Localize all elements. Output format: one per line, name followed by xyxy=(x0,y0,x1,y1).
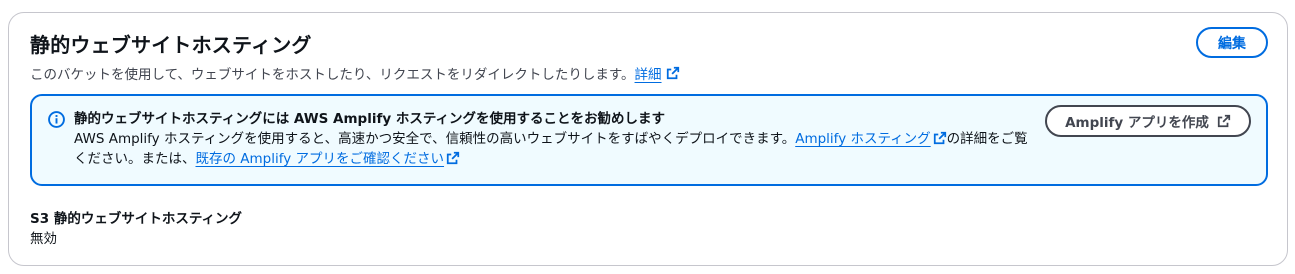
alert-body-text-1: AWS Amplify ホスティングを使用すると、高速かつ安全で、信頼性の高いウ… xyxy=(74,131,796,147)
panel-description: このバケットを使用して、ウェブサイトをホストしたり、リクエストをリダイレクトした… xyxy=(30,63,680,83)
details-link-label: 詳細 xyxy=(634,67,662,83)
info-icon xyxy=(48,111,65,128)
description-text: このバケットを使用して、ウェブサイトをホストしたり、リクエストをリダイレクトした… xyxy=(30,67,635,83)
amplify-hosting-link[interactable]: Amplify ホスティング xyxy=(795,131,930,147)
static-website-hosting-panel: 静的ウェブサイトホスティング 編集 このバケットを使用して、ウェブサイトをホスト… xyxy=(8,12,1288,266)
create-amplify-app-label: Amplify アプリを作成 xyxy=(1065,115,1209,131)
existing-amplify-apps-link[interactable]: 既存の Amplify アプリをご確認ください xyxy=(196,151,445,167)
hosting-status-value: 無効 xyxy=(30,231,57,247)
external-link-icon[interactable] xyxy=(666,66,680,80)
external-link-icon xyxy=(1217,114,1231,128)
hosting-status-label: S3 静的ウェブサイトホスティング xyxy=(30,211,243,227)
amplify-info-alert: 静的ウェブサイトホスティングには AWS Amplify ホスティングを使用する… xyxy=(30,94,1268,186)
details-link[interactable]: 詳細 xyxy=(635,63,662,83)
external-link-icon[interactable] xyxy=(933,131,947,145)
external-link-icon[interactable] xyxy=(446,151,460,165)
create-amplify-app-button[interactable]: Amplify アプリを作成 xyxy=(1045,105,1251,137)
alert-content: 静的ウェブサイトホスティングには AWS Amplify ホスティングを使用する… xyxy=(74,109,1034,169)
panel-title: 静的ウェブサイトホスティング xyxy=(30,33,312,57)
edit-button[interactable]: 編集 xyxy=(1196,27,1268,58)
alert-title: 静的ウェブサイトホスティングには AWS Amplify ホスティングを使用する… xyxy=(74,111,666,127)
